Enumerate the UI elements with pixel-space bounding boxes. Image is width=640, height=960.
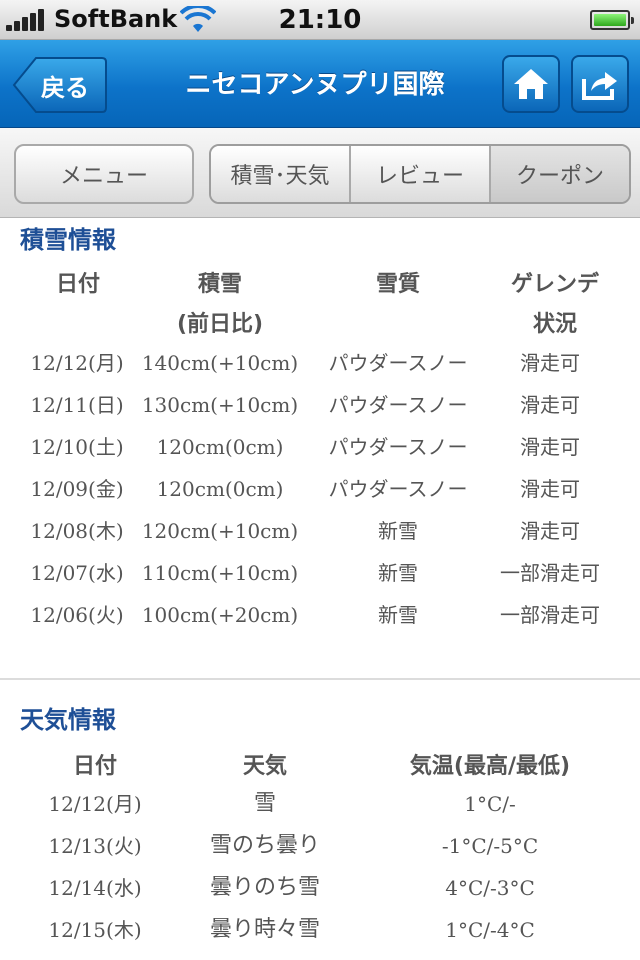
slope-status: 滑走可 — [520, 351, 580, 375]
weather-temp: 1°C/-4°C — [445, 918, 535, 942]
weather-date: 12/12(月) — [48, 792, 142, 816]
snow-header-depth: 積雪 — [197, 272, 242, 297]
weather-header-date: 日付 — [72, 754, 117, 779]
weather-date: 12/14(水) — [48, 876, 142, 900]
snow-header-slope: ゲレンデ — [510, 272, 599, 297]
table-row: 12/09(金) 120cm(0cm) パウダースノー 滑走可 — [0, 468, 640, 510]
snow-depth: 120cm(+10cm) — [141, 519, 299, 543]
table-row: 12/10(土) 120cm(0cm) パウダースノー 滑走可 — [0, 426, 640, 468]
table-row: 12/08(木) 120cm(+10cm) 新雪 滑走可 — [0, 510, 640, 552]
snow-depth: 120cm(0cm) — [156, 435, 284, 459]
weather-date: 12/13(火) — [48, 834, 142, 858]
table-row: 12/14(水) 曇りのち雪 4°C/-3°C — [0, 867, 640, 909]
weather-header-weather: 天気 — [242, 754, 287, 779]
snow-quality: パウダースノー — [328, 435, 468, 459]
snow-quality: パウダースノー — [328, 393, 468, 417]
weather-header-temp: 気温(最高/最低) — [409, 754, 571, 779]
slope-status: 一部滑走可 — [500, 603, 600, 627]
snow-date: 12/06(火) — [30, 603, 124, 627]
menu-button[interactable]: メニュー — [14, 144, 194, 204]
slope-status: 滑走可 — [520, 477, 580, 501]
snow-info-title: 積雪情報 — [20, 226, 116, 254]
snow-quality: 新雪 — [378, 561, 418, 585]
weather-info-title: 天気情報 — [20, 706, 116, 734]
share-icon — [582, 72, 617, 100]
table-row: 12/11(日) 130cm(+10cm) パウダースノー 滑走可 — [0, 384, 640, 426]
weather-condition: 雪 — [253, 791, 276, 816]
table-row: 12/07(水) 110cm(+10cm) 新雪 一部滑走可 — [0, 552, 640, 594]
tab-snow-weather[interactable]: 積雪･天気 — [211, 146, 351, 202]
weather-temp: 1°C/- — [464, 792, 516, 816]
status-bar: SoftBank 21:10 — [0, 0, 640, 40]
snow-depth: 120cm(0cm) — [156, 477, 284, 501]
share-button[interactable] — [571, 55, 629, 113]
weather-condition: 曇りのち雪 — [209, 875, 320, 900]
snow-date: 12/11(日) — [30, 393, 124, 417]
section-toolbar: メニュー 積雪･天気 レビュー クーポン — [0, 128, 640, 218]
page-title: ニセコアンヌプリ国際 — [185, 70, 445, 100]
back-button-label: 戻る — [41, 73, 89, 102]
weather-condition: 雪のち曇り — [209, 833, 320, 858]
slope-status: 滑走可 — [520, 435, 580, 459]
snow-quality: パウダースノー — [328, 477, 468, 501]
table-row: 12/15(木) 曇り時々雪 1°C/-4°C — [0, 909, 640, 951]
table-row: 12/06(火) 100cm(+20cm) 新雪 一部滑走可 — [0, 594, 640, 636]
snow-quality: パウダースノー — [328, 351, 468, 375]
snow-date: 12/07(水) — [30, 561, 124, 585]
slope-status: 滑走可 — [520, 519, 580, 543]
navigation-bar: 戻る ニセコアンヌプリ国際 — [0, 40, 640, 128]
table-row: 12/13(火) 雪のち曇り -1°C/-5°C — [0, 825, 640, 867]
weather-temp: -1°C/-5°C — [441, 834, 539, 858]
snow-depth: 100cm(+20cm) — [141, 603, 299, 627]
snow-header-quality: 雪質 — [375, 272, 420, 297]
status-time: 21:10 — [278, 5, 362, 35]
segmented-control: 積雪･天気 レビュー クーポン — [209, 144, 631, 204]
snow-depth: 110cm(+10cm) — [141, 561, 299, 585]
snow-date: 12/10(土) — [30, 435, 124, 459]
weather-condition: 曇り時々雪 — [209, 917, 320, 942]
home-icon — [514, 69, 548, 99]
snow-date: 12/12(月) — [30, 351, 124, 375]
snow-date: 12/08(木) — [30, 519, 124, 543]
tab-review[interactable]: レビュー — [351, 146, 491, 202]
battery-icon — [590, 10, 634, 30]
weather-date: 12/15(木) — [48, 918, 142, 942]
snow-quality: 新雪 — [378, 519, 418, 543]
home-button[interactable] — [502, 55, 560, 113]
weather-temp: 4°C/-3°C — [445, 876, 535, 900]
snow-header-slope-sub: 状況 — [532, 312, 577, 337]
slope-status: 滑走可 — [520, 393, 580, 417]
tab-coupon[interactable]: クーポン — [491, 146, 629, 202]
snow-header-depth-sub: (前日比) — [176, 312, 264, 337]
section-divider — [0, 678, 640, 680]
table-row: 12/12(月) 140cm(+10cm) パウダースノー 滑走可 — [0, 342, 640, 384]
back-button[interactable]: 戻る — [12, 56, 108, 114]
table-row: 12/12(月) 雪 1°C/- — [0, 783, 640, 825]
snow-header-date: 日付 — [55, 272, 100, 297]
snow-depth: 130cm(+10cm) — [141, 393, 299, 417]
snow-date: 12/09(金) — [30, 477, 124, 501]
snow-depth: 140cm(+10cm) — [141, 351, 299, 375]
slope-status: 一部滑走可 — [500, 561, 600, 585]
snow-quality: 新雪 — [378, 603, 418, 627]
